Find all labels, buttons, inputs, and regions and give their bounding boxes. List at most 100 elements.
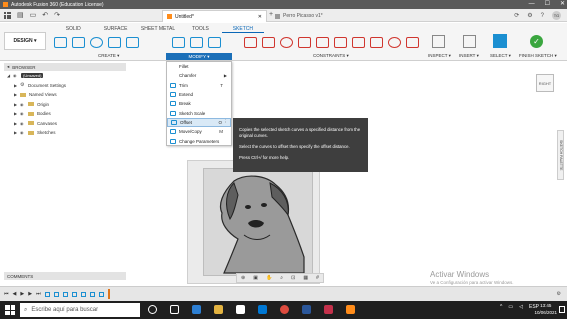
tree-item-origin[interactable]: ▶ ◉ Origin <box>4 100 126 110</box>
undo-icon[interactable]: ↶ <box>42 11 48 19</box>
timeline-feature-icon[interactable] <box>53 291 59 297</box>
edge-icon[interactable] <box>192 305 201 314</box>
timeline-marker[interactable] <box>107 289 110 299</box>
menu-item-break[interactable]: Break <box>167 99 231 108</box>
menu-item-trim[interactable]: Trim T <box>167 81 231 90</box>
menu-item-offset[interactable]: Offset O ⋮ <box>167 117 231 128</box>
go-to-start-icon[interactable]: ⏮ <box>4 291 9 297</box>
tab-solid[interactable]: SOLID <box>52 25 94 33</box>
menu-item-extend[interactable]: Extend <box>167 90 231 99</box>
move-tool-icon[interactable] <box>208 36 221 48</box>
fillet-tool-icon[interactable] <box>172 36 185 48</box>
store-icon[interactable] <box>236 305 245 314</box>
insert-image-icon[interactable] <box>463 35 476 48</box>
tab-sketch[interactable]: SKETCH <box>221 25 265 33</box>
dog-sketch-image[interactable] <box>203 168 313 276</box>
help-icon[interactable]: ? <box>541 13 544 19</box>
close-window-button[interactable]: ✕ <box>560 0 565 9</box>
tab-perro-picasso[interactable]: Perro Picasso v1* <box>275 11 323 21</box>
timeline-feature-icon[interactable] <box>44 291 50 297</box>
horizontal-vertical-icon[interactable] <box>244 36 257 48</box>
tab-tools[interactable]: TOOLS <box>179 25 221 33</box>
arc-tool-icon[interactable] <box>108 36 121 48</box>
menu-item-change-parameters[interactable]: Change Parameters <box>167 136 231 145</box>
maximize-button[interactable]: ☐ <box>545 0 550 9</box>
tree-item-named-views[interactable]: ▶ Named Views <box>4 90 126 100</box>
modify-group-label[interactable]: MODIFY ▾ <box>166 53 232 60</box>
timeline-feature-icon[interactable] <box>98 291 104 297</box>
timeline-feature-icon[interactable] <box>71 291 77 297</box>
tree-item-sketches[interactable]: ▶ ◉ Sketches <box>4 128 126 138</box>
pan-icon[interactable]: ✋ <box>266 275 272 281</box>
finish-sketch-check-icon[interactable]: ✓ <box>530 35 543 48</box>
finish-sketch-label[interactable]: FINISH SKETCH ▾ <box>519 53 557 59</box>
timeline-feature-icon[interactable] <box>62 291 68 297</box>
view-cube[interactable]: RIGHT <box>536 74 554 92</box>
play-icon[interactable]: ▶ <box>20 291 24 297</box>
tree-root-unsaved[interactable]: ◢ ◉ (Unsaved) <box>4 71 126 81</box>
visibility-eye-icon[interactable]: ◉ <box>20 130 28 135</box>
measure-icon[interactable] <box>432 35 445 48</box>
notifications-icon[interactable] <box>559 306 565 313</box>
tangent-icon[interactable] <box>280 36 293 48</box>
visibility-eye-icon[interactable]: ◉ <box>20 111 28 116</box>
workspace-switcher-button[interactable]: DESIGN ▾ <box>4 32 46 50</box>
perpendicular-icon[interactable] <box>334 36 347 48</box>
visibility-eye-icon[interactable]: ◉ <box>20 121 28 126</box>
fit-icon[interactable]: ⊡ <box>291 275 295 281</box>
avatar[interactable]: TG <box>552 11 561 20</box>
visibility-eye-icon[interactable]: ◉ <box>13 73 21 78</box>
close-tab-icon[interactable]: ✕ <box>258 14 262 20</box>
taskbar-search-input[interactable]: ⌕ Escribe aquí para buscar <box>20 303 140 317</box>
go-to-end-icon[interactable]: ⏭ <box>36 291 41 297</box>
menu-item-chamfer[interactable]: Chamfer ▶ <box>167 71 231 80</box>
inspect-group-label[interactable]: INSPECT ▾ <box>428 53 451 59</box>
tree-item-canvases[interactable]: ▶ ◉ Canvases <box>4 119 126 129</box>
step-back-icon[interactable]: ◀ <box>13 291 17 297</box>
line-tool-icon[interactable] <box>54 36 67 48</box>
display-settings-icon[interactable]: ▦ <box>303 275 308 281</box>
sketch-palette-tab[interactable]: SKETCH PALETTE <box>557 130 564 180</box>
coincident-icon[interactable] <box>262 36 275 48</box>
word-icon[interactable] <box>302 305 311 314</box>
browser-header[interactable]: ◂ BROWSER <box>4 63 126 71</box>
data-panel-grid-icon[interactable] <box>4 12 11 19</box>
volume-icon[interactable]: ◁ <box>519 304 523 310</box>
insert-group-label[interactable]: INSERT ▾ <box>459 53 479 59</box>
rectangle-tool-icon[interactable] <box>72 36 85 48</box>
visibility-eye-icon[interactable]: ◉ <box>20 102 28 107</box>
orbit-icon[interactable]: ⊕ <box>241 275 245 281</box>
task-view-icon[interactable] <box>170 305 179 314</box>
windows-start-icon[interactable] <box>5 305 15 315</box>
parallel-icon[interactable] <box>316 36 329 48</box>
fusion-360-icon[interactable] <box>346 305 355 314</box>
more-options-icon[interactable]: ⋮ <box>224 119 229 125</box>
cortana-icon[interactable] <box>148 305 157 314</box>
midpoint-icon[interactable] <box>370 36 383 48</box>
equal-icon[interactable] <box>298 36 311 48</box>
tab-surface[interactable]: SURFACE <box>94 25 136 33</box>
grid-settings-icon[interactable]: # <box>316 275 319 281</box>
new-tab-button[interactable]: + <box>269 11 273 18</box>
fix-lock-icon[interactable] <box>352 36 365 48</box>
select-group-label[interactable]: SELECT ▾ <box>490 53 511 59</box>
file-explorer-icon[interactable] <box>214 305 223 314</box>
menu-item-sketch-scale[interactable]: Sketch Scale <box>167 108 231 117</box>
taskbar-clock[interactable]: 13:45 10/06/2021 <box>534 303 557 316</box>
timeline-feature-icon[interactable] <box>89 291 95 297</box>
save-icon[interactable]: ▭ <box>30 11 37 19</box>
chrome-icon[interactable] <box>280 305 289 314</box>
collapse-icon[interactable]: ◂ <box>7 64 9 70</box>
tree-item-document-settings[interactable]: ▶ ⚙ Document Settings <box>4 81 126 91</box>
tree-item-bodies[interactable]: ▶ ◉ Bodies <box>4 109 126 119</box>
minimize-button[interactable]: — <box>529 0 535 9</box>
create-group-label[interactable]: CREATE ▾ <box>98 53 119 59</box>
circle-tool-icon[interactable] <box>90 36 103 48</box>
redo-icon[interactable]: ↷ <box>54 11 60 19</box>
job-status-icon[interactable]: ⟳ <box>514 12 519 19</box>
network-icon[interactable]: ▭ <box>508 304 513 310</box>
tab-sheet-metal[interactable]: SHEET METAL <box>137 25 179 33</box>
zoom-icon[interactable]: ⌕ <box>280 275 283 281</box>
step-forward-icon[interactable]: ▶ <box>28 291 32 297</box>
timeline-settings-icon[interactable]: ⚙ <box>557 291 561 297</box>
